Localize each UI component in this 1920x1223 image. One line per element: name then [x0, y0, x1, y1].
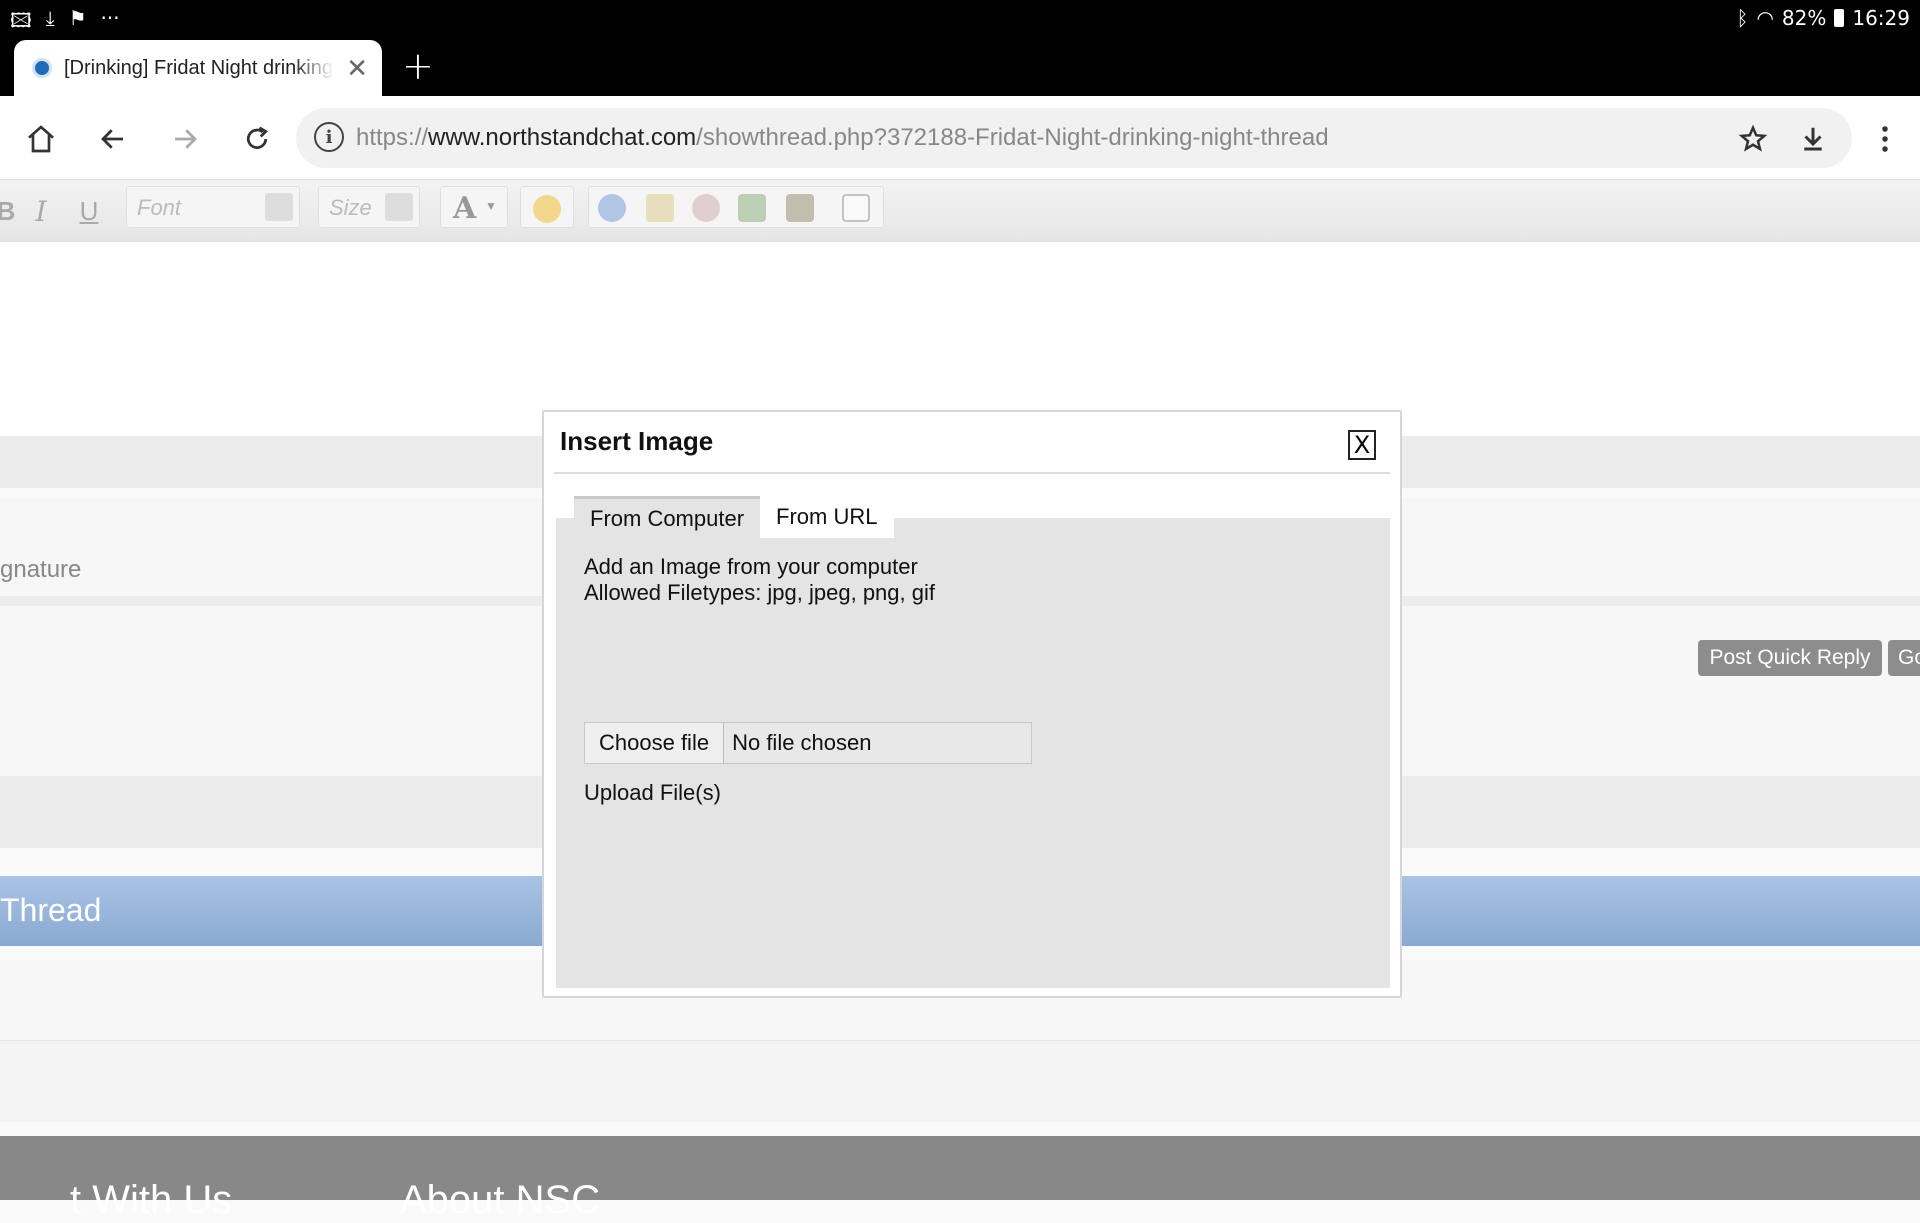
- url-path: /showthread.php?372188-Fridat-Night-drin…: [696, 124, 1329, 151]
- reload-icon[interactable]: [234, 116, 280, 162]
- chevron-down-icon: [265, 193, 293, 221]
- site-info-icon[interactable]: i: [314, 122, 344, 152]
- size-select-label: Size: [329, 195, 372, 220]
- chevron-down-icon: [385, 193, 413, 221]
- post-quick-reply-button[interactable]: Post Quick Reply: [1698, 640, 1882, 676]
- url-scheme: https://: [356, 124, 429, 151]
- download-icon: ⤓: [45, 6, 55, 30]
- favicon-icon: [32, 58, 52, 78]
- file-input[interactable]: Choose file No file chosen: [584, 722, 1032, 764]
- signature-label: gnature: [0, 556, 82, 583]
- editor-textarea[interactable]: [0, 242, 1920, 436]
- wifi-icon: ◠: [1756, 6, 1774, 30]
- home-icon[interactable]: [18, 116, 64, 162]
- unlink-icon[interactable]: [692, 194, 720, 222]
- flag-icon: ⚑: [68, 6, 87, 30]
- url-host: www.northstandchat.com: [428, 124, 697, 151]
- more-icon: ···: [100, 6, 120, 30]
- tab-from-url[interactable]: From URL: [760, 496, 894, 538]
- address-bar[interactable]: i https://www.northstandchat.com/showthr…: [296, 108, 1852, 168]
- choose-file-button[interactable]: Choose file: [585, 723, 725, 763]
- close-dialog-button[interactable]: X: [1348, 430, 1376, 460]
- link-icon[interactable]: [598, 194, 626, 222]
- insert-toolbar-group: [588, 186, 884, 228]
- upload-intro: Add an Image from your computer: [584, 554, 918, 579]
- go-advanced-button[interactable]: Go: [1888, 640, 1920, 676]
- quote-icon[interactable]: [842, 194, 870, 222]
- smilies-button[interactable]: [520, 186, 574, 228]
- close-tab-icon[interactable]: ✕: [346, 53, 368, 84]
- tab-from-computer[interactable]: From Computer: [574, 496, 761, 538]
- thread-heading: Thread: [0, 892, 102, 928]
- image-icon: 🖾: [10, 8, 32, 32]
- insert-video-icon[interactable]: [786, 194, 814, 222]
- status-bar: 🖾 ⤓ ⚑ ··· ᛒ ◠ 82% 16:29: [0, 0, 1920, 38]
- download-page-icon[interactable]: [1790, 116, 1836, 162]
- size-select[interactable]: Size: [318, 186, 420, 228]
- font-select-label: Font: [137, 195, 182, 220]
- text-color-button[interactable]: A ▼: [440, 186, 508, 228]
- bold-button[interactable]: B: [0, 192, 15, 230]
- footer-link-about[interactable]: About NSC: [400, 1178, 600, 1223]
- allowed-filetypes: Allowed Filetypes: jpg, jpeg, png, gif: [584, 580, 935, 605]
- email-icon[interactable]: [646, 194, 674, 222]
- bluetooth-icon: ᛒ: [1736, 6, 1749, 30]
- menu-icon[interactable]: [1862, 116, 1908, 162]
- italic-button[interactable]: I: [26, 192, 56, 230]
- font-select[interactable]: Font: [126, 186, 300, 228]
- tab-title: [Drinking] Fridat Night drinking night t…: [64, 56, 334, 79]
- back-icon[interactable]: [90, 116, 136, 162]
- dialog-title: Insert Image: [560, 426, 714, 456]
- battery-icon: [1834, 9, 1845, 27]
- text-color-icon: A: [453, 191, 477, 226]
- dialog-tabs: From Computer From URL: [574, 496, 894, 538]
- upload-files-link[interactable]: Upload File(s): [584, 780, 721, 806]
- clock: 16:29: [1852, 6, 1910, 30]
- underline-button[interactable]: U: [74, 192, 104, 230]
- footer: t With Us About NSC: [0, 1136, 1920, 1222]
- battery-percent: 82%: [1781, 6, 1827, 30]
- content-band: [0, 1040, 1920, 1122]
- insert-image-icon[interactable]: [738, 194, 766, 222]
- file-status: No file chosen: [732, 730, 872, 755]
- footer-link-chat[interactable]: t With Us: [70, 1178, 232, 1223]
- url-text[interactable]: https://www.northstandchat.com/showthrea…: [356, 124, 1329, 152]
- smiley-icon: [533, 195, 561, 223]
- new-tab-icon[interactable]: +: [402, 44, 434, 88]
- bookmark-star-icon[interactable]: [1730, 116, 1776, 162]
- forward-icon[interactable]: [162, 116, 208, 162]
- dialog-divider: [554, 472, 1390, 474]
- browser-tab[interactable]: [Drinking] Fridat Night drinking night t…: [14, 40, 382, 96]
- chevron-down-icon: ▼: [485, 199, 497, 213]
- upload-panel: Add an Image from your computer Allowed …: [556, 518, 1390, 988]
- insert-image-dialog: Insert Image X Add an Image from your co…: [542, 410, 1402, 998]
